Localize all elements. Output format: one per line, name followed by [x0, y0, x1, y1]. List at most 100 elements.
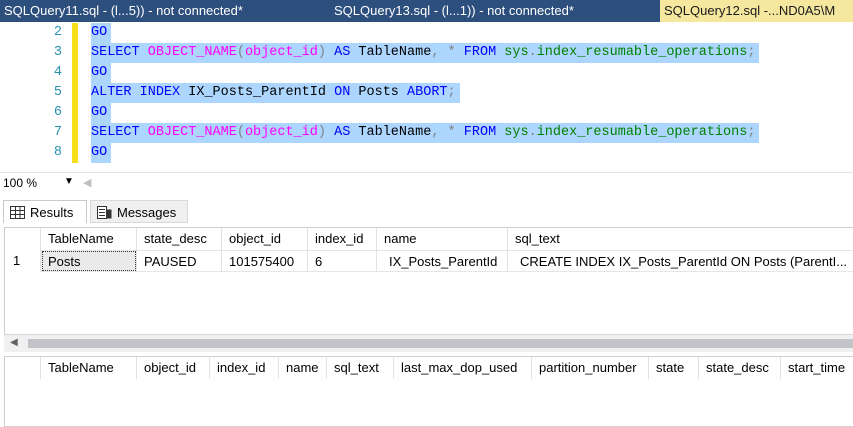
tab-messages-label: Messages: [117, 205, 177, 220]
keyword-go: GO: [91, 145, 108, 160]
column-header[interactable]: TableName: [41, 357, 137, 379]
line-number: 6: [53, 105, 62, 120]
table-row[interactable]: 1 Posts PAUSED 101575400 6 IX_Posts_Pare…: [5, 250, 853, 272]
chevron-down-icon[interactable]: ▼: [64, 176, 74, 187]
keyword-go: GO: [91, 25, 108, 40]
change-marker: [72, 63, 78, 83]
code-text: GO: [91, 143, 112, 163]
column-header[interactable]: last_max_dop_used: [394, 357, 532, 379]
operator: ;: [447, 85, 456, 100]
column-header[interactable]: TableName: [41, 228, 137, 250]
line-number: 8: [53, 145, 62, 160]
result-tab-bar: Results Messages: [0, 198, 853, 224]
column-header[interactable]: object_id: [222, 228, 308, 250]
keyword-as: AS: [334, 45, 351, 60]
operator: .: [528, 125, 537, 140]
grid-cell[interactable]: CREATE INDEX IX_Posts_ParentId ON Posts …: [508, 250, 853, 272]
code-line: 8 GO: [0, 143, 853, 163]
code-line: 4 GO: [0, 63, 853, 83]
operator: .: [528, 45, 537, 60]
column-header[interactable]: index_id: [308, 228, 377, 250]
grid-icon: [10, 206, 25, 219]
operator: ): [317, 45, 326, 60]
operator: ;: [747, 45, 756, 60]
schema-name: sys: [504, 45, 529, 60]
grid-header: TableName state_desc object_id index_id …: [5, 228, 853, 250]
line-number: 4: [53, 65, 62, 80]
change-marker: [72, 43, 78, 63]
zoom-level[interactable]: 100 %: [3, 176, 37, 190]
column-header[interactable]: start_time: [781, 357, 853, 379]
operator: ;: [747, 125, 756, 140]
grid-cell[interactable]: IX_Posts_ParentId: [377, 250, 508, 272]
document-tab-bar: SQLQuery11.sql - (l...5)) - not connecte…: [0, 0, 853, 22]
column-header[interactable]: object_id: [137, 357, 210, 379]
keyword-index: INDEX: [139, 85, 181, 100]
results-grid[interactable]: TableName state_desc object_id index_id …: [4, 227, 853, 336]
keyword-from: FROM: [463, 45, 497, 60]
table-name: Posts: [358, 85, 399, 100]
function-argument: object_id: [244, 45, 318, 60]
line-number: 5: [53, 85, 62, 100]
keyword-on: ON: [334, 85, 351, 100]
row-number[interactable]: 1: [5, 250, 41, 272]
column-header[interactable]: name: [377, 228, 508, 250]
tab-results[interactable]: Results: [3, 200, 87, 223]
keyword-select: SELECT: [91, 45, 140, 60]
keyword-go: GO: [91, 65, 108, 80]
operator: ): [317, 125, 326, 140]
code-line: 3 SELECT OBJECT_NAME(object_id) AS Table…: [0, 43, 853, 63]
tab-results-label: Results: [30, 205, 74, 220]
operator: *: [447, 125, 456, 140]
code-text: GO: [91, 23, 112, 43]
code-text: GO: [91, 63, 112, 83]
scrollbar-thumb[interactable]: [28, 339, 853, 348]
zoom-bar: 100 % ▼ ◀: [0, 172, 853, 195]
function-name: OBJECT_NAME: [147, 125, 237, 140]
column-header[interactable]: index_id: [210, 357, 279, 379]
grid-cell[interactable]: PAUSED: [137, 250, 222, 272]
grid-cell[interactable]: Posts: [41, 250, 137, 272]
horizontal-scrollbar[interactable]: ◀: [4, 334, 853, 352]
line-number: 7: [53, 125, 62, 140]
change-marker: [72, 23, 78, 43]
column-header[interactable]: sql_text: [327, 357, 394, 379]
keyword-alter: ALTER: [91, 85, 132, 100]
column-header[interactable]: state: [649, 357, 699, 379]
tab-sqlquery11[interactable]: SQLQuery11.sql - (l...5)) - not connecte…: [0, 0, 330, 22]
code-line: 2 GO: [0, 23, 853, 43]
change-marker: [72, 123, 78, 143]
grid-cell[interactable]: 6: [308, 250, 377, 272]
tab-sqlquery13[interactable]: SQLQuery13.sql - (l...1)) - not connecte…: [330, 0, 655, 22]
tab-sqlquery12[interactable]: SQLQuery12.sql -...ND0A5\M: [660, 0, 853, 22]
column-alias: TableName: [358, 125, 432, 140]
column-header[interactable]: state_desc: [137, 228, 222, 250]
code-text: SELECT OBJECT_NAME(object_id) AS TableNa…: [91, 123, 760, 143]
keyword-go: GO: [91, 105, 108, 120]
column-header[interactable]: partition_number: [532, 357, 649, 379]
operator: *: [447, 45, 456, 60]
operator: ,: [431, 45, 440, 60]
system-view-name: index_resumable_operations: [536, 45, 748, 60]
grid-cell[interactable]: 101575400: [222, 250, 308, 272]
function-name: OBJECT_NAME: [147, 45, 237, 60]
keyword-as: AS: [334, 125, 351, 140]
tab-messages[interactable]: Messages: [90, 200, 188, 223]
column-alias: TableName: [358, 45, 432, 60]
row-header-corner: [5, 228, 41, 250]
code-line: 7 SELECT OBJECT_NAME(object_id) AS Table…: [0, 123, 853, 143]
keyword-abort: ABORT: [407, 85, 448, 100]
query-editor[interactable]: 2 GO 3 SELECT OBJECT_NAME(object_id) AS …: [0, 22, 853, 168]
line-number: 3: [53, 45, 62, 60]
change-marker: [72, 143, 78, 163]
column-header[interactable]: name: [279, 357, 327, 379]
line-number: 2: [53, 25, 62, 40]
column-header[interactable]: sql_text: [508, 228, 853, 250]
scroll-left-icon[interactable]: ◀: [10, 337, 18, 348]
results-grid-2[interactable]: TableName object_id index_id name sql_te…: [4, 356, 853, 427]
scroll-left-icon[interactable]: ◀: [83, 176, 91, 189]
operator: ,: [431, 125, 440, 140]
column-header[interactable]: state_desc: [699, 357, 781, 379]
keyword-select: SELECT: [91, 125, 140, 140]
messages-icon: [97, 206, 112, 219]
